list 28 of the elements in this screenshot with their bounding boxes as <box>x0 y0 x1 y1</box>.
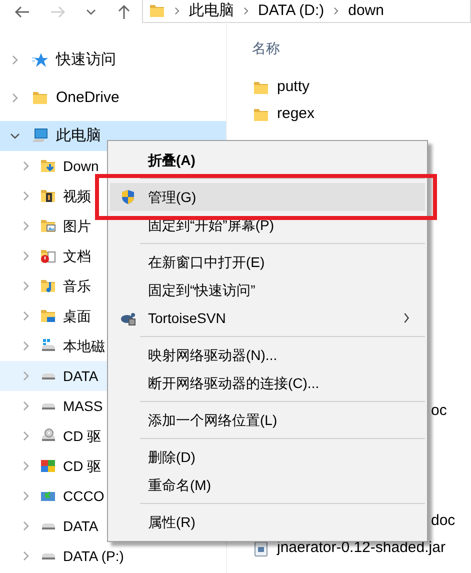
tree-item-label: 桌面 <box>63 306 91 326</box>
menu-item-label: 添加一个网络位置(L) <box>148 410 278 430</box>
tree-item-label: OneDrive <box>56 88 120 108</box>
menu-item-label: 断开网络驱动器的连接(C)... <box>148 374 320 393</box>
tree-item-label: CD 驱 <box>63 426 102 446</box>
menu-item-label: 在新窗口中打开(E) <box>148 252 265 272</box>
tree-item-label: 音乐 <box>63 276 91 296</box>
menu-item-label: 重命名(M) <box>148 476 211 495</box>
menu-item-label: 映射网络驱动器(N)... <box>148 346 278 365</box>
menu-item-label: 属性(R) <box>148 512 196 532</box>
tree-item-label: Down <box>63 156 99 176</box>
tree-item-label: MASS <box>63 396 103 416</box>
tree-item-label: 快速访问 <box>56 50 116 70</box>
tree-item-label: DATA <box>63 366 98 386</box>
menu-item-label: TortoiseSVN <box>148 308 226 328</box>
menu-item-label: 固定到“快速访问” <box>148 280 256 300</box>
tree-item-label: DATA (P:) <box>63 546 124 566</box>
tree-item-label: CCCO <box>63 486 104 506</box>
tree-item-label: 视频 <box>63 186 91 206</box>
tree-item-label: 图片 <box>63 216 91 236</box>
menu-item-label: 删除(D) <box>148 448 196 467</box>
menu-item-label: 管理(G) <box>148 188 196 207</box>
tree-item-label: 此电脑 <box>56 126 101 146</box>
tree-item-label: 本地磁 <box>63 336 105 356</box>
tree-item-label: CD 驱 <box>63 456 102 476</box>
tree-item-label: DATA <box>63 516 98 536</box>
tree-item-label: 文档 <box>63 246 91 266</box>
menu-item-label: 折叠(A) <box>148 150 196 170</box>
